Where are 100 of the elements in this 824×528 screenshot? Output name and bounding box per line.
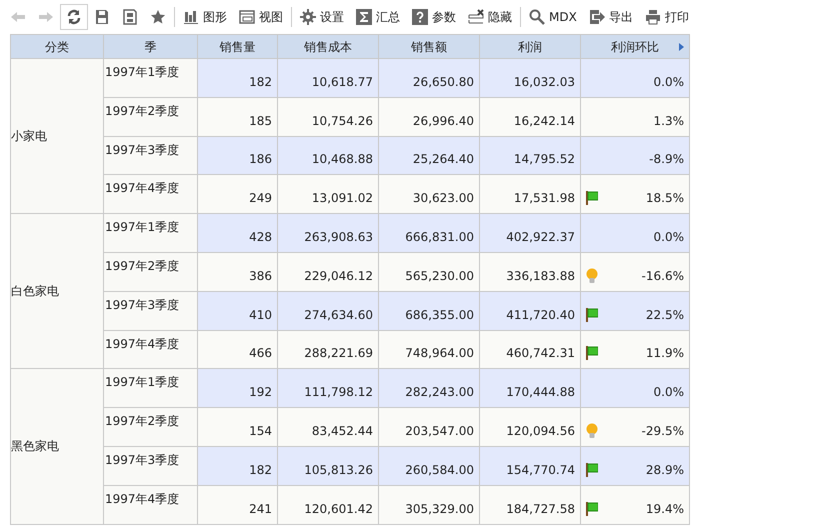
column-header[interactable]: 销售成本 [278, 34, 378, 58]
table-cell: 186 [198, 136, 278, 175]
table-cell: 184,727.58 [480, 485, 580, 524]
table-cell: 192 [198, 368, 278, 408]
change-value: 11.9% [646, 345, 684, 362]
quarter-cell: 1997年4季度 [104, 174, 198, 214]
change-value: 28.9% [646, 462, 684, 479]
column-header[interactable]: 季 [104, 34, 198, 58]
category-label: 黑色家电 [11, 439, 59, 454]
category-label: 白色家电 [11, 284, 59, 298]
toolbar-button[interactable]: 设置 [294, 4, 350, 30]
change-value: 1.3% [654, 112, 684, 130]
help-icon [412, 9, 428, 25]
table-cell: 466 [198, 330, 278, 369]
table-cell: 185 [198, 97, 278, 136]
table-cell: 748,964.00 [378, 330, 480, 369]
table-cell: 10,468.88 [278, 136, 378, 175]
forward-arrow-icon [38, 9, 54, 25]
table-cell: 26,996.40 [378, 97, 480, 136]
table-cell: 17,531.98 [480, 174, 580, 214]
table-cell: 203,547.00 [378, 408, 480, 446]
column-header[interactable]: 利润环比 [580, 34, 690, 58]
table-cell: 274,634.60 [278, 291, 378, 330]
expand-arrow-icon[interactable] [679, 43, 684, 51]
table-cell: 105,813.26 [278, 446, 378, 486]
gear-icon [300, 9, 316, 25]
toolbar-button[interactable]: 隐藏 [462, 4, 518, 30]
table-cell: 686,355.00 [378, 291, 480, 330]
change-value: 0.0% [654, 229, 684, 246]
table-cell: 13,091.02 [278, 174, 378, 214]
column-header[interactable]: 利润 [480, 34, 580, 58]
table-cell: 336,183.88 [480, 252, 580, 292]
change-value: 19.4% [646, 500, 684, 518]
change-value: 22.5% [646, 306, 684, 324]
table-cell: 154,770.74 [480, 446, 580, 486]
table-cell: 666,831.00 [378, 214, 480, 252]
table-cell: 565,230.00 [378, 252, 480, 292]
search-icon [529, 9, 545, 25]
toolbar-button[interactable]: 图形 [177, 4, 233, 30]
table-cell: 402,922.37 [480, 214, 580, 252]
table-cell: 263,908.63 [278, 214, 378, 252]
table-cell: 111,798.12 [278, 368, 378, 408]
table-cell: 120,601.42 [278, 485, 378, 524]
view-icon [239, 9, 255, 25]
export-icon [588, 9, 605, 25]
change-value: -29.5% [642, 423, 684, 440]
table-cell: 249 [198, 174, 278, 214]
save-as-icon [122, 9, 138, 25]
change-value: -16.6% [642, 268, 684, 285]
toolbar-button[interactable]: 参数 [406, 4, 462, 30]
toolbar-button[interactable]: 导出 [582, 4, 639, 30]
table-cell: 14,795.52 [480, 136, 580, 175]
table-cell: 170,444.88 [480, 368, 580, 408]
quarter-cell: 1997年1季度 [104, 368, 198, 408]
back-arrow-icon [10, 9, 26, 25]
quarter-cell: 1997年3季度 [104, 446, 198, 486]
quarter-cell: 1997年2季度 [104, 408, 198, 446]
save-icon [94, 9, 110, 25]
quarter-cell: 1997年1季度 [104, 58, 198, 98]
table-cell: 428 [198, 214, 278, 252]
quarter-cell: 1997年4季度 [104, 330, 198, 369]
table-cell: 25,264.40 [378, 136, 480, 175]
sigma-icon [356, 9, 372, 25]
table-cell: 229,046.12 [278, 252, 378, 292]
quarter-cell: 1997年3季度 [104, 136, 198, 175]
toolbar-button[interactable]: MDX [523, 4, 583, 30]
table-cell: 83,452.44 [278, 408, 378, 446]
change-value: 0.0% [654, 384, 684, 402]
table-cell: 241 [198, 485, 278, 524]
quarter-cell: 1997年3季度 [104, 291, 198, 330]
table-cell: 16,032.03 [480, 58, 580, 98]
column-header[interactable]: 销售量 [198, 34, 278, 58]
quarter-cell: 1997年2季度 [104, 252, 198, 292]
printer-icon [644, 9, 661, 25]
change-value: -8.9% [649, 151, 684, 168]
table-cell: 154 [198, 408, 278, 446]
table-cell: 182 [198, 58, 278, 98]
table-cell: 288,221.69 [278, 330, 378, 369]
toolbar-button[interactable]: 汇总 [350, 4, 406, 30]
column-header[interactable]: 销售额 [378, 34, 480, 58]
quarter-cell: 1997年1季度 [104, 214, 198, 252]
toolbar-button[interactable] [60, 4, 88, 30]
table-cell: 305,329.00 [378, 485, 480, 524]
table-cell: 120,094.56 [480, 408, 580, 446]
toolbar-button[interactable]: 打印 [638, 4, 695, 30]
column-header[interactable]: 分类 [10, 34, 104, 58]
table-cell: 26,650.80 [378, 58, 480, 98]
refresh-icon [66, 9, 82, 25]
change-value: 0.0% [654, 74, 684, 91]
toolbar-button[interactable]: 视图 [233, 4, 289, 30]
table-cell: 386 [198, 252, 278, 292]
table-cell: 182 [198, 446, 278, 486]
table-cell: 282,243.00 [378, 368, 480, 408]
star-icon [150, 9, 166, 25]
table-cell: 410 [198, 291, 278, 330]
table-cell: 10,754.26 [278, 97, 378, 136]
change-value: 18.5% [646, 190, 684, 208]
quarter-cell: 1997年2季度 [104, 97, 198, 136]
hide-columns-icon [468, 9, 484, 25]
bar-chart-icon [183, 9, 199, 25]
